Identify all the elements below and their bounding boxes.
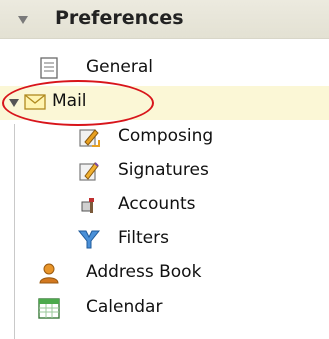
- tree-item-filters[interactable]: Filters: [0, 223, 329, 257]
- calendar-icon: [38, 298, 60, 319]
- tree-item-label: Calendar: [86, 297, 163, 317]
- tree-item-label: Filters: [118, 228, 169, 248]
- envelope-icon: [24, 94, 46, 110]
- tree-item-general[interactable]: General: [0, 52, 329, 86]
- tree-item-signatures[interactable]: Signatures: [0, 155, 329, 189]
- tree-item-label: Composing: [118, 126, 214, 146]
- document-icon: [40, 57, 58, 79]
- tree-item-mail[interactable]: Mail: [0, 86, 329, 120]
- tree-item-label: General: [86, 57, 153, 77]
- expand-triangle-icon[interactable]: [9, 99, 19, 107]
- accounts-icon: [81, 198, 94, 213]
- tree-item-composing[interactable]: Composing: [0, 121, 329, 155]
- preferences-header[interactable]: Preferences: [0, 0, 329, 39]
- filters-icon: [77, 230, 101, 249]
- tree-item-label: Address Book: [86, 262, 202, 282]
- address-book-icon: [39, 263, 59, 284]
- composing-icon: [79, 129, 100, 147]
- tree-item-label: Accounts: [118, 194, 196, 214]
- preferences-panel: Preferences General Mail Composing Signa…: [0, 0, 329, 339]
- tree-item-accounts[interactable]: Accounts: [0, 189, 329, 223]
- tree-item-label: Mail: [52, 91, 87, 111]
- signatures-icon: [79, 162, 99, 181]
- tree-item-address-book[interactable]: Address Book: [0, 257, 329, 291]
- tree-item-calendar[interactable]: Calendar: [0, 292, 329, 326]
- preferences-title: Preferences: [55, 7, 184, 29]
- collapse-triangle-icon[interactable]: [18, 16, 28, 24]
- tree-item-label: Signatures: [118, 160, 209, 180]
